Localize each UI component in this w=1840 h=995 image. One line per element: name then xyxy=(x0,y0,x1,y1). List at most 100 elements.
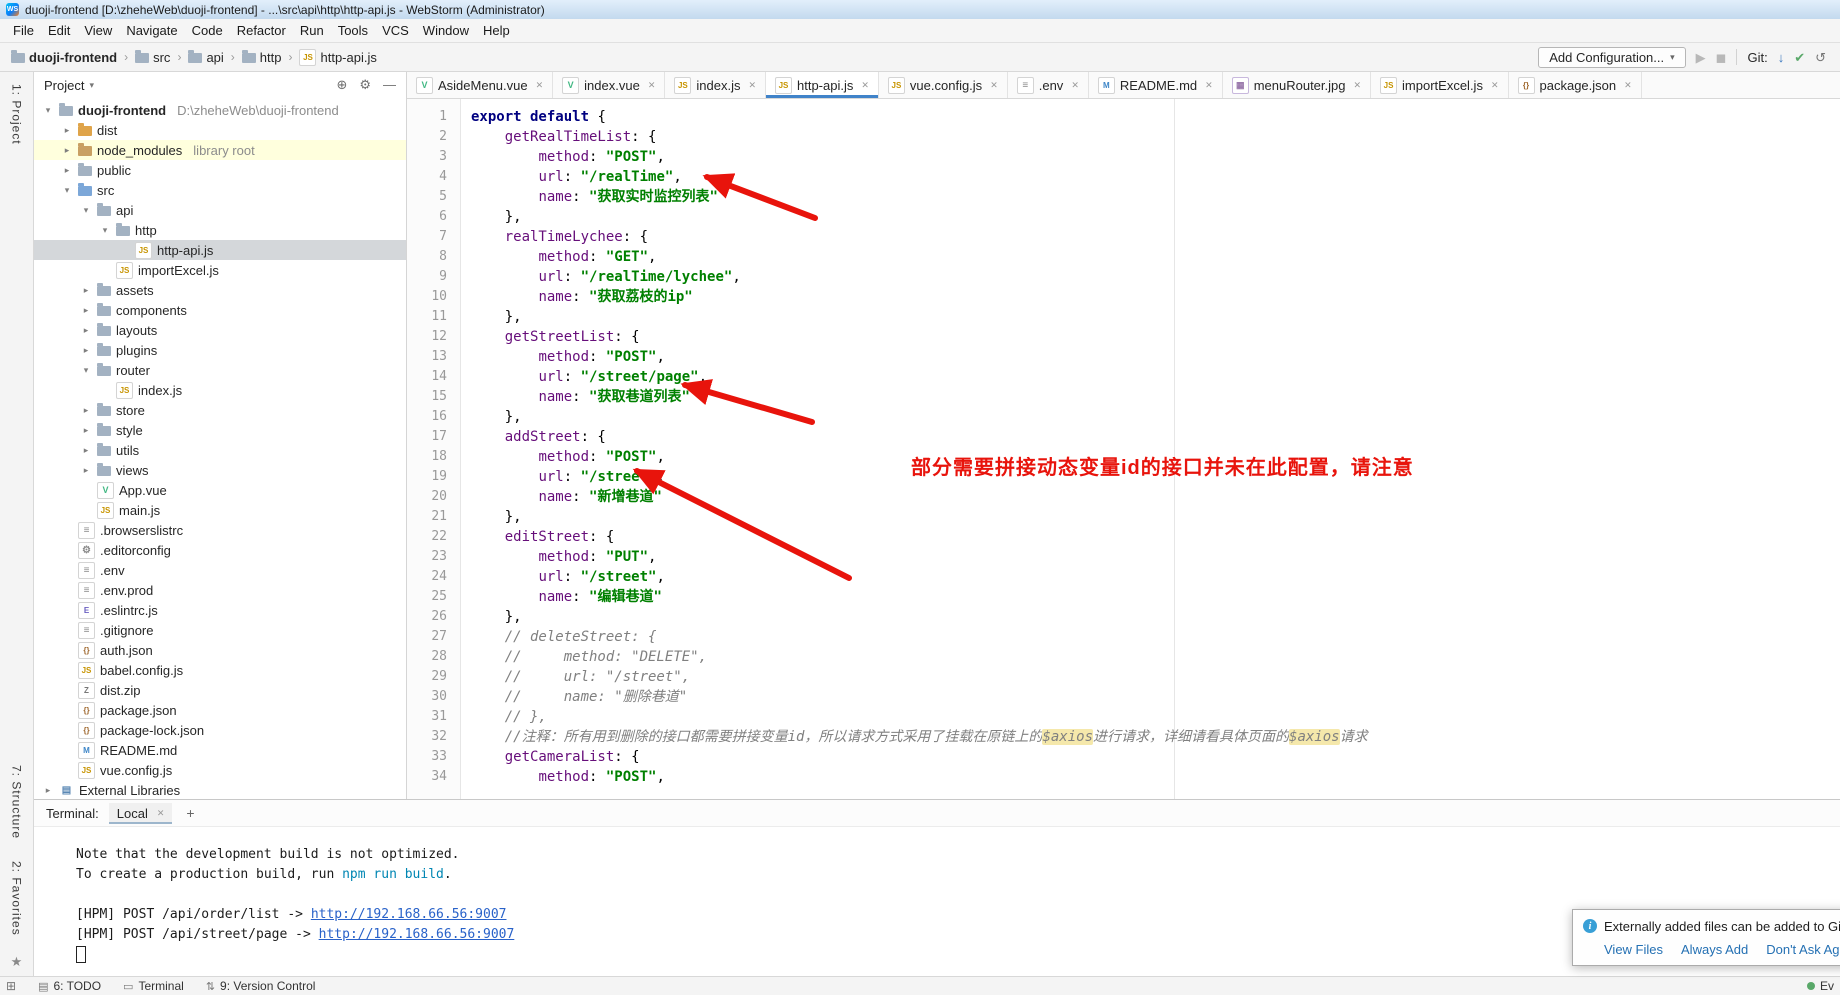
code-line-7[interactable]: realTimeLychee: { xyxy=(471,227,1840,247)
tree-item-components[interactable]: ▸components xyxy=(34,300,406,320)
tab-index-js[interactable]: JSindex.js✕ xyxy=(665,72,766,98)
code-line-11[interactable]: }, xyxy=(471,307,1840,327)
git-commit-check-icon[interactable]: ✔ xyxy=(1794,51,1805,64)
breadcrumb-api[interactable]: api xyxy=(185,49,226,66)
toolwindow-toggle-icon[interactable]: ⊞ xyxy=(6,979,16,993)
tree-item-views[interactable]: ▸views xyxy=(34,460,406,480)
tree-item-node-modules[interactable]: ▸node_moduleslibrary root xyxy=(34,140,406,160)
tool-button-1-project[interactable]: 1: Project xyxy=(10,80,24,149)
tree-item-auth-json[interactable]: {}auth.json xyxy=(34,640,406,660)
menu-tools[interactable]: Tools xyxy=(331,21,375,40)
code-line-32[interactable]: //注释：所有用到删除的接口都需要拼接变量id，所以请求方式采用了挂载在原链上的… xyxy=(471,727,1840,747)
tab-index-vue[interactable]: Vindex.vue✕ xyxy=(553,72,665,98)
settings-gear-icon[interactable]: ⚙ xyxy=(359,77,371,93)
code-area[interactable]: export default { getRealTimeList: { meth… xyxy=(461,99,1840,799)
stop-icon[interactable]: ◼ xyxy=(1716,51,1727,64)
code-line-33[interactable]: getCameraList: { xyxy=(471,747,1840,767)
chevron-right-icon[interactable]: ▸ xyxy=(80,285,92,296)
code-line-17[interactable]: addStreet: { xyxy=(471,427,1840,447)
close-icon[interactable]: ✕ xyxy=(748,80,756,91)
close-icon[interactable]: ✕ xyxy=(1624,80,1632,91)
code-line-14[interactable]: url: "/street/page", xyxy=(471,367,1840,387)
code-line-23[interactable]: method: "PUT", xyxy=(471,547,1840,567)
chevron-right-icon[interactable]: ▸ xyxy=(80,465,92,476)
notification-action-always-add[interactable]: Always Add xyxy=(1681,942,1748,957)
menu-edit[interactable]: Edit xyxy=(41,21,77,40)
breadcrumb-src[interactable]: src xyxy=(132,49,173,66)
code-line-2[interactable]: getRealTimeList: { xyxy=(471,127,1840,147)
close-icon[interactable]: ✕ xyxy=(990,80,998,91)
close-icon[interactable]: ✕ xyxy=(1353,80,1361,91)
tree-item-importexcel-js[interactable]: JSimportExcel.js xyxy=(34,260,406,280)
status-terminal[interactable]: ▭Terminal xyxy=(123,979,184,993)
code-line-10[interactable]: name: "获取荔枝的ip" xyxy=(471,287,1840,307)
menu-help[interactable]: Help xyxy=(476,21,517,40)
tree-item-store[interactable]: ▸store xyxy=(34,400,406,420)
tab-vue-config-js[interactable]: JSvue.config.js✕ xyxy=(879,72,1008,98)
status-6-todo[interactable]: ▤6: TODO xyxy=(38,979,101,993)
code-line-1[interactable]: export default { xyxy=(471,107,1840,127)
close-icon[interactable]: ✕ xyxy=(1491,80,1499,91)
tab-readme-md[interactable]: MREADME.md✕ xyxy=(1089,72,1223,98)
run-play-icon[interactable]: ▶ xyxy=(1696,51,1706,64)
menu-window[interactable]: Window xyxy=(416,21,476,40)
code-line-13[interactable]: method: "POST", xyxy=(471,347,1840,367)
tree-item-external-libraries[interactable]: ▸▤External Libraries xyxy=(34,780,406,799)
tree-item-layouts[interactable]: ▸layouts xyxy=(34,320,406,340)
chevron-right-icon[interactable]: ▸ xyxy=(80,425,92,436)
chevron-down-icon[interactable]: ▾ xyxy=(80,205,92,216)
menu-navigate[interactable]: Navigate xyxy=(119,21,184,40)
tree-item-http[interactable]: ▾http xyxy=(34,220,406,240)
menu-file[interactable]: File xyxy=(6,21,41,40)
tree-item-browserslistrc[interactable]: ≡.browserslistrc xyxy=(34,520,406,540)
close-icon[interactable]: ✕ xyxy=(861,80,869,91)
tab-package-json[interactable]: {}package.json✕ xyxy=(1509,72,1642,98)
chevron-right-icon[interactable]: ▸ xyxy=(80,445,92,456)
tool-button-2-favorites[interactable]: 2: Favorites xyxy=(10,857,24,940)
breadcrumb-http[interactable]: http xyxy=(239,49,285,66)
code-line-29[interactable]: // url: "/street", xyxy=(471,667,1840,687)
breadcrumb-duoji-frontend[interactable]: duoji-frontend xyxy=(8,49,120,66)
hide-panel-icon[interactable]: — xyxy=(383,77,396,93)
status-9-version-control[interactable]: ⇅9: Version Control xyxy=(206,979,316,993)
tab-importexcel-js[interactable]: JSimportExcel.js✕ xyxy=(1371,72,1508,98)
close-icon[interactable]: ✕ xyxy=(1071,80,1079,91)
tree-item-env-prod[interactable]: ≡.env.prod xyxy=(34,580,406,600)
tab-asidemenu-vue[interactable]: VAsideMenu.vue✕ xyxy=(407,72,553,98)
tree-item-dist[interactable]: ▸dist xyxy=(34,120,406,140)
chevron-right-icon[interactable]: ▸ xyxy=(61,165,73,176)
breadcrumb-http-api-js[interactable]: JShttp-api.js xyxy=(296,48,379,67)
tree-item-editorconfig[interactable]: ⚙.editorconfig xyxy=(34,540,406,560)
project-view-selector[interactable]: Project▾ xyxy=(44,78,94,93)
chevron-right-icon[interactable]: ▸ xyxy=(61,125,73,136)
code-line-4[interactable]: url: "/realTime", xyxy=(471,167,1840,187)
terminal-link[interactable]: http://192.168.66.56:9007 xyxy=(319,927,515,942)
chevron-right-icon[interactable]: ▸ xyxy=(42,785,54,796)
code-line-25[interactable]: name: "编辑巷道" xyxy=(471,587,1840,607)
tree-item-src[interactable]: ▾src xyxy=(34,180,406,200)
code-line-21[interactable]: }, xyxy=(471,507,1840,527)
code-line-5[interactable]: name: "获取实时监控列表" xyxy=(471,187,1840,207)
new-terminal-session-icon[interactable]: + xyxy=(182,805,198,821)
chevron-right-icon[interactable]: ▸ xyxy=(80,405,92,416)
editor[interactable]: 1234567891011121314151617181920212223242… xyxy=(407,99,1840,799)
code-line-34[interactable]: method: "POST", xyxy=(471,767,1840,787)
menu-refactor[interactable]: Refactor xyxy=(230,21,293,40)
chevron-right-icon[interactable]: ▸ xyxy=(80,305,92,316)
tree-item-public[interactable]: ▸public xyxy=(34,160,406,180)
close-icon[interactable]: ✕ xyxy=(536,80,544,91)
code-line-6[interactable]: }, xyxy=(471,207,1840,227)
code-line-12[interactable]: getStreetList: { xyxy=(471,327,1840,347)
tree-item-gitignore[interactable]: ≡.gitignore xyxy=(34,620,406,640)
tree-item-dist-zip[interactable]: Zdist.zip xyxy=(34,680,406,700)
notification-action-view-files[interactable]: View Files xyxy=(1604,942,1663,957)
notification-action-don-t-ask-agai[interactable]: Don't Ask Agai xyxy=(1766,942,1840,957)
tree-item-assets[interactable]: ▸assets xyxy=(34,280,406,300)
menu-code[interactable]: Code xyxy=(185,21,230,40)
terminal-output[interactable]: Note that the development build is not o… xyxy=(34,827,1840,976)
git-update-icon[interactable]: ↓ xyxy=(1778,51,1785,64)
close-icon[interactable]: ✕ xyxy=(1205,80,1213,91)
tree-item-duoji-frontend[interactable]: ▾duoji-frontendD:\zheheWeb\duoji-fronten… xyxy=(34,100,406,120)
tree-item-style[interactable]: ▸style xyxy=(34,420,406,440)
code-line-31[interactable]: // }, xyxy=(471,707,1840,727)
